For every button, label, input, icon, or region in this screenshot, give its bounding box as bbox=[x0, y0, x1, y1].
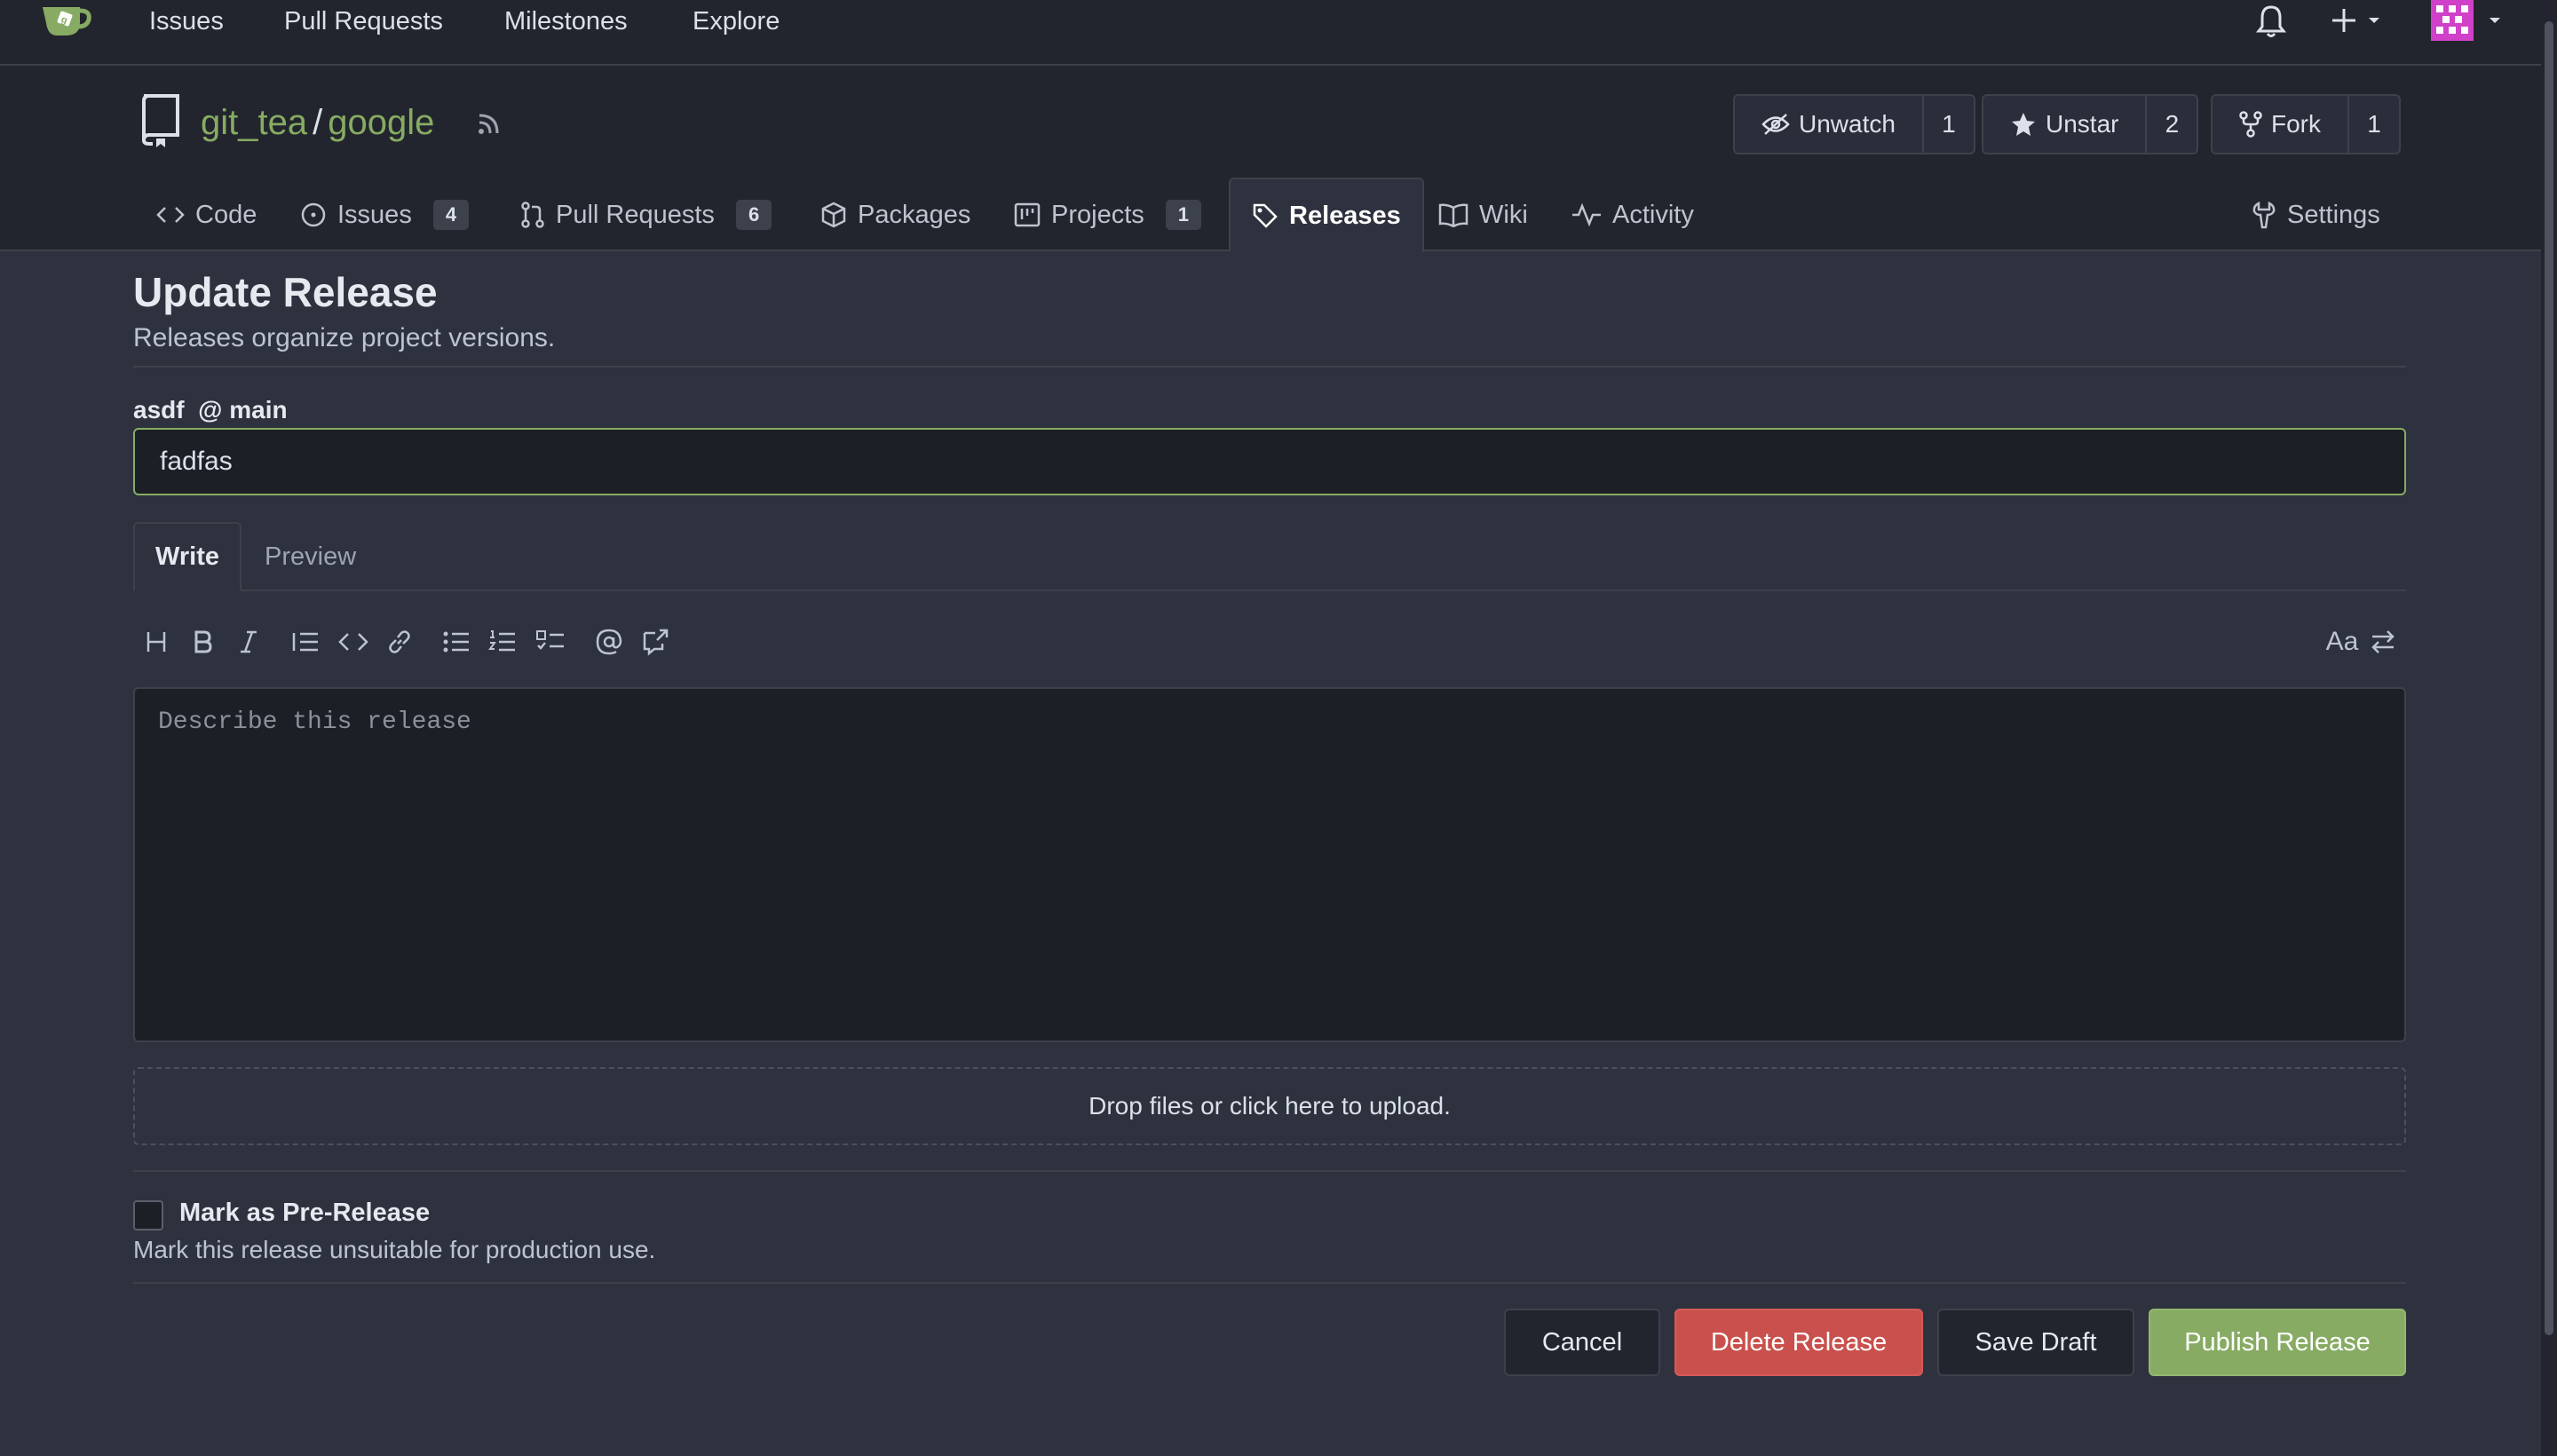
save-draft-button[interactable]: Save Draft bbox=[1937, 1309, 2134, 1376]
book-icon bbox=[1438, 202, 1468, 227]
release-title-input[interactable] bbox=[133, 428, 2406, 495]
code-icon bbox=[156, 204, 185, 226]
tab-projects[interactable]: Projects 1 bbox=[1014, 179, 1202, 250]
page-title: Update Release bbox=[133, 269, 438, 315]
publish-release-button[interactable]: Publish Release bbox=[2149, 1309, 2406, 1376]
tools-icon bbox=[2252, 201, 2276, 229]
pulse-icon bbox=[1571, 203, 1602, 226]
tab-preview[interactable]: Preview bbox=[265, 522, 356, 591]
tab-pull-requests-count: 6 bbox=[735, 200, 772, 230]
fork-label: Fork bbox=[2271, 110, 2321, 138]
release-content-textarea[interactable] bbox=[133, 687, 2406, 1042]
fork-button[interactable]: Fork bbox=[2213, 96, 2349, 153]
watch-button-group: Unwatch 1 bbox=[1733, 94, 1975, 154]
fork-button-group: Fork 1 bbox=[2211, 94, 2401, 154]
dropzone-text: Drop files or click here to upload. bbox=[1089, 1092, 1451, 1120]
unwatch-label: Unwatch bbox=[1799, 110, 1896, 138]
eye-closed-icon bbox=[1761, 113, 1790, 136]
tab-issues-label: Issues bbox=[337, 200, 412, 229]
tab-projects-count: 1 bbox=[1165, 200, 1202, 230]
scrollbar-thumb[interactable] bbox=[2545, 21, 2553, 1335]
repo-owner-link[interactable]: git_tea bbox=[201, 103, 307, 142]
star-icon bbox=[2010, 111, 2037, 138]
pull-request-icon bbox=[520, 202, 545, 228]
repo-header: git_tea / google Unwatch 1 Unstar 2 Fork 1… bbox=[0, 66, 2541, 252]
watch-count[interactable]: 1 bbox=[1924, 96, 1974, 153]
prerelease-help-text: Mark this release unsuitable for product… bbox=[133, 1236, 656, 1263]
attachments-divider bbox=[133, 1170, 2406, 1172]
tab-settings[interactable]: Settings bbox=[2252, 179, 2380, 250]
tab-releases[interactable]: Releases bbox=[1229, 178, 1424, 252]
fork-icon bbox=[2239, 111, 2262, 138]
tab-packages[interactable]: Packages bbox=[820, 179, 970, 250]
gitea-logo-icon[interactable]: g bbox=[39, 2, 94, 37]
bell-icon[interactable] bbox=[2255, 4, 2287, 39]
task-list-icon[interactable] bbox=[533, 621, 568, 662]
bullet-list-icon[interactable] bbox=[439, 621, 474, 662]
monospace-toggle-button[interactable]: Aa bbox=[2317, 621, 2367, 662]
mention-icon[interactable] bbox=[591, 621, 627, 662]
page-subtitle: Releases organize project versions. bbox=[133, 323, 556, 352]
editor-tabs-divider bbox=[133, 590, 2406, 591]
italic-icon[interactable] bbox=[231, 621, 266, 662]
repo-separator: / bbox=[313, 103, 323, 142]
quote-icon[interactable] bbox=[288, 621, 323, 662]
release-target-branch: main bbox=[229, 396, 288, 423]
switch-editor-icon[interactable] bbox=[2365, 621, 2401, 662]
actions-divider bbox=[133, 1282, 2406, 1284]
header-divider bbox=[133, 366, 2406, 368]
delete-release-button[interactable]: Delete Release bbox=[1674, 1309, 1923, 1376]
tab-projects-label: Projects bbox=[1051, 200, 1144, 229]
repo-name-link[interactable]: google bbox=[328, 103, 434, 142]
tab-code[interactable]: Code bbox=[156, 179, 257, 250]
project-board-icon bbox=[1014, 202, 1041, 228]
tab-code-label: Code bbox=[195, 200, 257, 229]
numbered-list-icon[interactable] bbox=[485, 621, 520, 662]
tab-activity[interactable]: Activity bbox=[1571, 179, 1694, 250]
cancel-button[interactable]: Cancel bbox=[1504, 1309, 1660, 1376]
star-count[interactable]: 2 bbox=[2147, 96, 2197, 153]
unstar-label: Unstar bbox=[2046, 110, 2119, 138]
fork-count[interactable]: 1 bbox=[2349, 96, 2399, 153]
create-plus-icon[interactable] bbox=[2331, 5, 2385, 37]
cross-reference-icon[interactable] bbox=[637, 621, 673, 662]
tab-write[interactable]: Write bbox=[133, 522, 241, 591]
link-icon[interactable] bbox=[382, 621, 417, 662]
nav-milestones[interactable]: Milestones bbox=[504, 7, 628, 36]
issue-icon bbox=[300, 202, 327, 228]
monospace-toggle-label: Aa bbox=[2325, 627, 2359, 656]
repo-icon bbox=[139, 92, 183, 149]
repo-title: git_tea / google bbox=[201, 103, 434, 143]
tab-activity-label: Activity bbox=[1612, 200, 1694, 229]
tab-settings-label: Settings bbox=[2287, 200, 2380, 229]
tab-wiki[interactable]: Wiki bbox=[1438, 179, 1528, 250]
unstar-button[interactable]: Unstar bbox=[1983, 96, 2148, 153]
release-tag-name: asdf bbox=[133, 396, 185, 423]
package-icon bbox=[820, 202, 847, 228]
tab-issues-count: 4 bbox=[432, 200, 470, 230]
release-tag-target: asdf @ main bbox=[133, 396, 288, 424]
code-toolbar-icon[interactable] bbox=[336, 621, 371, 662]
prerelease-checkbox[interactable] bbox=[133, 1200, 163, 1230]
nav-issues[interactable]: Issues bbox=[149, 7, 224, 36]
bold-icon[interactable] bbox=[185, 621, 220, 662]
tag-icon bbox=[1252, 202, 1278, 229]
star-button-group: Unstar 2 bbox=[1982, 94, 2199, 154]
heading-icon[interactable] bbox=[139, 621, 174, 662]
prerelease-label[interactable]: Mark as Pre-Release bbox=[179, 1199, 430, 1228]
tab-releases-label: Releases bbox=[1289, 201, 1401, 230]
unwatch-button[interactable]: Unwatch bbox=[1735, 96, 1924, 153]
nav-pull-requests[interactable]: Pull Requests bbox=[284, 7, 443, 36]
rss-icon[interactable] bbox=[474, 108, 504, 138]
user-avatar[interactable] bbox=[2431, 0, 2506, 41]
tab-issues[interactable]: Issues 4 bbox=[300, 179, 470, 250]
tab-wiki-label: Wiki bbox=[1479, 200, 1528, 229]
tab-packages-label: Packages bbox=[858, 200, 971, 229]
target-at-symbol: @ bbox=[198, 396, 223, 423]
file-dropzone[interactable]: Drop files or click here to upload. bbox=[133, 1067, 2406, 1145]
tab-pull-requests[interactable]: Pull Requests 6 bbox=[520, 179, 772, 250]
nav-explore[interactable]: Explore bbox=[693, 7, 780, 36]
top-navbar: g Issues Pull Requests Milestones Explor… bbox=[0, 0, 2541, 66]
tab-pull-requests-label: Pull Requests bbox=[556, 200, 715, 229]
